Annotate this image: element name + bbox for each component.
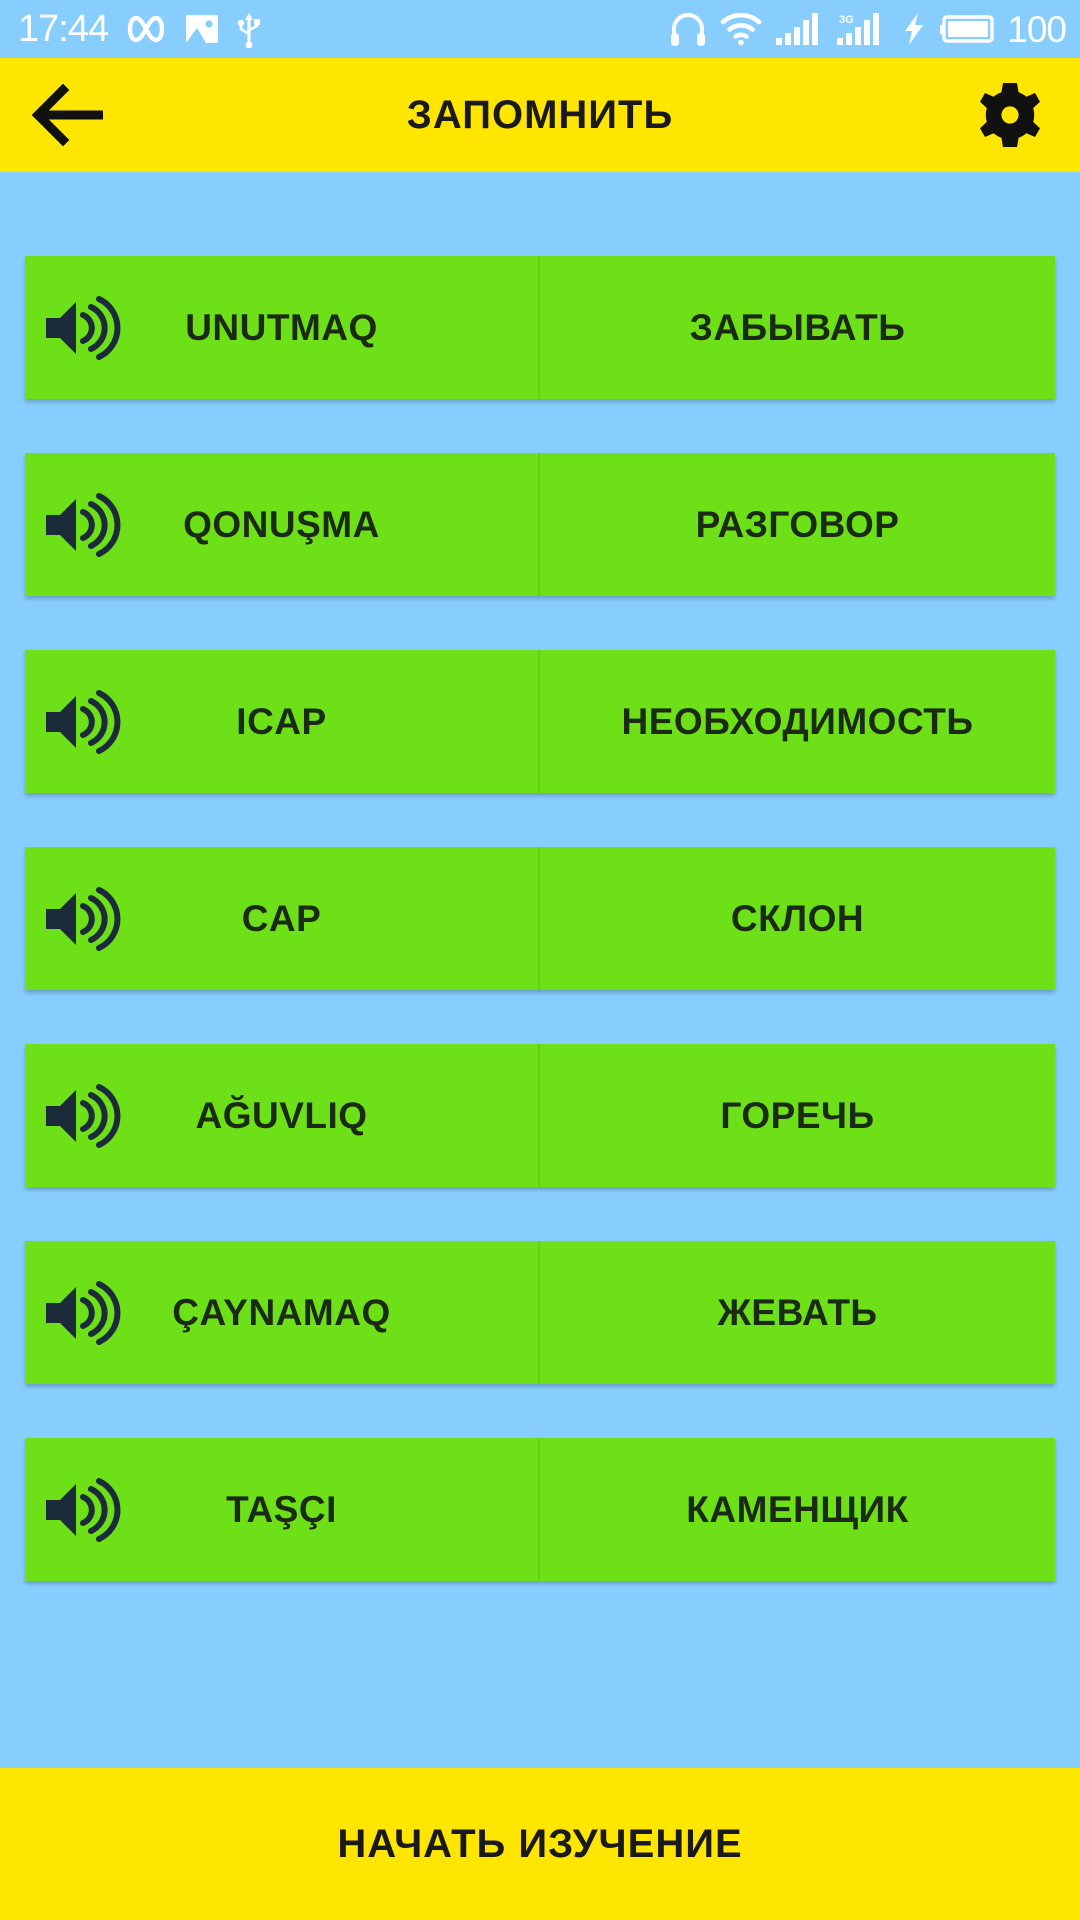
word-pair-list: UNUTMAQ ЗАБЫВАТЬ QONUŞMA РАЗГОВОР ICAP Н… xyxy=(0,172,1080,1768)
table-row[interactable]: CAP СКЛОН xyxy=(25,847,1055,990)
back-arrow-icon xyxy=(31,83,109,147)
table-row[interactable]: QONUŞMA РАЗГОВОР xyxy=(25,453,1055,596)
target-word: РАЗГОВОР xyxy=(695,503,900,545)
source-word: CAP xyxy=(241,897,322,939)
start-learning-label: НАЧАТЬ ИЗУЧЕНИЕ xyxy=(337,1821,743,1866)
source-word: AĞUVLIQ xyxy=(195,1094,368,1136)
target-word: СКЛОН xyxy=(730,897,865,939)
source-word: TAŞÇI xyxy=(226,1488,337,1530)
battery-percent-label: 100 xyxy=(1007,8,1067,50)
source-word-cell[interactable]: CAP xyxy=(25,847,540,990)
target-word: НЕОБХОДИМОСТЬ xyxy=(621,700,974,742)
status-bar-clock: 17:44 xyxy=(18,8,109,50)
signal-bars-icon xyxy=(775,12,823,46)
status-bar-left-group: 17:44 xyxy=(18,8,262,50)
source-word-cell[interactable]: UNUTMAQ xyxy=(25,256,540,399)
settings-button[interactable] xyxy=(970,75,1050,155)
app-header: ЗАПОМНИТЬ xyxy=(0,58,1080,172)
target-word-cell[interactable]: КАМЕНЩИК xyxy=(540,1438,1055,1581)
target-word: ГОРЕЧЬ xyxy=(720,1094,875,1136)
source-word: ÇAYNAMAQ xyxy=(172,1291,391,1333)
table-row[interactable]: TAŞÇI КАМЕНЩИК xyxy=(25,1438,1055,1581)
charging-bolt-icon xyxy=(901,12,927,46)
target-word-cell[interactable]: ЗАБЫВАТЬ xyxy=(540,256,1055,399)
source-word: ICAP xyxy=(236,700,327,742)
table-row[interactable]: ÇAYNAMAQ ЖЕВАТЬ xyxy=(25,1241,1055,1384)
target-word: ЗАБЫВАТЬ xyxy=(689,306,906,348)
source-word-cell[interactable]: ICAP xyxy=(25,650,540,793)
source-word-cell[interactable]: ÇAYNAMAQ xyxy=(25,1241,540,1384)
gear-icon xyxy=(974,79,1046,151)
infinity-icon xyxy=(124,12,168,46)
target-word-cell[interactable]: НЕОБХОДИМОСТЬ xyxy=(540,650,1055,793)
usb-icon xyxy=(236,10,262,49)
source-word-cell[interactable]: TAŞÇI xyxy=(25,1438,540,1581)
target-word-cell[interactable]: РАЗГОВОР xyxy=(540,453,1055,596)
status-bar: 17:44 3G 100 xyxy=(0,0,1080,58)
table-row[interactable]: AĞUVLIQ ГОРЕЧЬ xyxy=(25,1044,1055,1187)
start-learning-button[interactable]: НАЧАТЬ ИЗУЧЕНИЕ xyxy=(0,1768,1080,1920)
page-title: ЗАПОМНИТЬ xyxy=(406,92,674,137)
headphones-icon xyxy=(669,11,707,47)
source-word-cell[interactable]: AĞUVLIQ xyxy=(25,1044,540,1187)
target-word: КАМЕНЩИК xyxy=(686,1488,909,1530)
target-word: ЖЕВАТЬ xyxy=(717,1291,878,1333)
signal-3g-icon: 3G xyxy=(836,12,888,46)
wifi-icon xyxy=(720,12,762,46)
table-row[interactable]: UNUTMAQ ЗАБЫВАТЬ xyxy=(25,256,1055,399)
back-button[interactable] xyxy=(30,75,110,155)
target-word-cell[interactable]: СКЛОН xyxy=(540,847,1055,990)
battery-icon xyxy=(940,12,996,46)
target-word-cell[interactable]: ГОРЕЧЬ xyxy=(540,1044,1055,1187)
target-word-cell[interactable]: ЖЕВАТЬ xyxy=(540,1241,1055,1384)
status-bar-right-group: 3G 100 xyxy=(669,8,1067,50)
svg-text:3G: 3G xyxy=(839,14,854,26)
source-word: UNUTMAQ xyxy=(185,306,378,348)
image-icon xyxy=(184,11,220,47)
source-word: QONUŞMA xyxy=(183,503,380,545)
source-word-cell[interactable]: QONUŞMA xyxy=(25,453,540,596)
table-row[interactable]: ICAP НЕОБХОДИМОСТЬ xyxy=(25,650,1055,793)
